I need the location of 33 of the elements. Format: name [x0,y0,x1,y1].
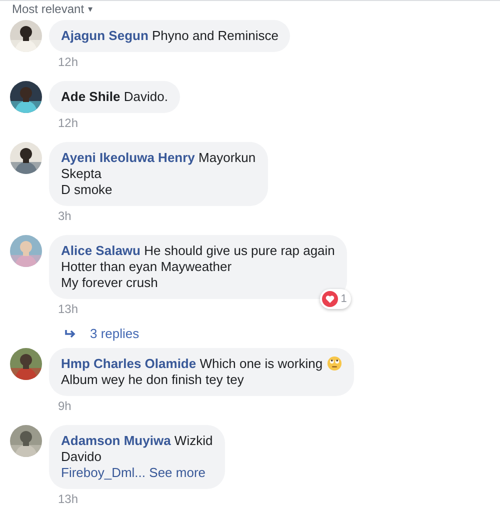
author-name[interactable]: Ade Shile [61,89,120,104]
reply-arrow-icon [65,328,77,338]
reaction-badge[interactable]: 1 [320,289,351,309]
reaction-count: 1 [340,293,347,305]
comment-text: Album wey he don finish tey tey [61,372,245,388]
timestamp[interactable]: 3h [58,209,72,223]
replies-link[interactable]: 3 replies [90,326,140,341]
comment-text: Hmp Charles Olamide Which one is working [61,356,342,372]
timestamp[interactable]: 12h [58,55,78,69]
author-name[interactable]: Hmp Charles Olamide [61,356,196,371]
author-name[interactable]: Adamson Muyiwa [61,433,171,448]
mention-link[interactable]: Fireboy_Dml... [61,465,146,480]
timestamp[interactable]: 12h [58,116,78,130]
comment-text: Ayeni Ikeoluwa Henry Mayorkun [61,150,256,166]
sort-menu[interactable]: Most relevant ▾ [12,3,94,15]
comment-text: Ade Shile Davido. [61,89,168,105]
caret-icon: ▾ [88,3,94,15]
comment-text: Alice Salawu He should give us pure rap again [61,243,335,259]
comment-text: Skepta [61,166,102,182]
author-name[interactable]: Alice Salawu [61,243,140,258]
author-name[interactable]: Ayeni Ikeoluwa Henry [61,150,195,165]
sort-label: Most relevant [12,3,84,15]
timestamp[interactable]: 13h [58,302,78,316]
comment-text: My forever crush [61,275,159,291]
comment-text: D smoke [61,182,114,198]
comment-text: Davido [61,449,102,465]
comment-text: Hotter than eyan Mayweather [61,259,233,275]
see-more-link[interactable]: See more [149,465,206,480]
timestamp[interactable]: 9h [58,399,72,413]
comment-text: Adamson Muyiwa Wizkid [61,433,213,449]
author-name[interactable]: Ajagun Segun [61,28,148,43]
comment-text: Ajagun Segun Phyno and Reminisce [61,28,278,44]
timestamp[interactable]: 13h [58,492,78,506]
